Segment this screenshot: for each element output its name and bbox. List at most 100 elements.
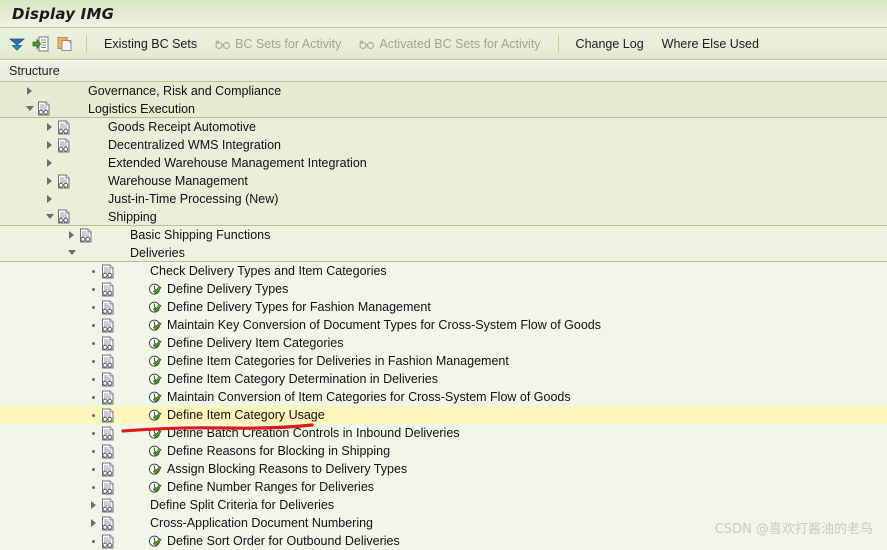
tree-row-label: Define Batch Creation Controls in Inboun…	[167, 426, 460, 440]
document-icon	[77, 244, 94, 262]
tree-row-label: Maintain Conversion of Item Categories f…	[167, 390, 571, 404]
page-title: Display IMG	[12, 4, 115, 23]
chevron-down-icon[interactable]	[66, 244, 77, 262]
execute-document-icon[interactable]	[30, 33, 52, 55]
execute-activity-icon[interactable]	[146, 478, 163, 496]
execute-activity-icon[interactable]	[146, 406, 163, 424]
leaf-bullet-icon	[88, 478, 99, 496]
toolbar: Existing BC Sets BC Sets for Activity Ac…	[0, 28, 887, 60]
tree-row[interactable]: Warehouse Management	[0, 172, 887, 190]
chevron-right-icon[interactable]	[44, 118, 55, 136]
tree-row[interactable]: Check Delivery Types and Item Categories	[0, 262, 887, 280]
document-icon	[99, 280, 116, 298]
tree-row[interactable]: Maintain Key Conversion of Document Type…	[0, 316, 887, 334]
tree-row[interactable]: Decentralized WMS Integration	[0, 136, 887, 154]
execute-activity-icon[interactable]	[146, 298, 163, 316]
execute-activity-icon[interactable]	[146, 334, 163, 352]
leaf-bullet-icon	[88, 424, 99, 442]
where-else-used-label: Where Else Used	[661, 36, 759, 51]
chevron-right-icon[interactable]	[66, 226, 77, 244]
tree-row[interactable]: Define Item Category Determination in De…	[0, 370, 887, 388]
document-icon	[99, 316, 116, 334]
document-icon	[55, 136, 72, 154]
document-icon	[35, 82, 52, 100]
activated-bc-sets-for-activity-button[interactable]: Activated BC Sets for Activity	[350, 32, 549, 56]
tree-row[interactable]: Goods Receipt Automotive	[0, 118, 887, 136]
document-icon	[99, 298, 116, 316]
leaf-bullet-icon	[88, 334, 99, 352]
tree-row-label: Cross-Application Document Numbering	[150, 516, 374, 530]
execute-activity-icon[interactable]	[146, 316, 163, 334]
chevron-right-icon[interactable]	[44, 190, 55, 208]
document-icon	[99, 388, 116, 406]
tree-row-label: Assign Blocking Reasons to Delivery Type…	[167, 462, 408, 476]
document-icon	[99, 514, 116, 532]
execute-activity-icon[interactable]	[146, 442, 163, 460]
execute-activity-icon[interactable]	[146, 388, 163, 406]
bc-sets-for-activity-label: BC Sets for Activity	[235, 36, 342, 51]
document-icon	[99, 478, 116, 496]
document-icon	[55, 190, 72, 208]
tree-row-label: Check Delivery Types and Item Categories	[150, 264, 387, 278]
chevron-right-icon[interactable]	[88, 496, 99, 514]
tree-row[interactable]: Governance, Risk and Compliance	[0, 82, 887, 100]
chevron-down-icon[interactable]	[44, 208, 55, 226]
execute-activity-icon[interactable]	[146, 532, 163, 550]
document-icon	[55, 154, 72, 172]
bc-sets-for-activity-button[interactable]: BC Sets for Activity	[206, 32, 350, 56]
toolbar-separator-2	[557, 34, 559, 53]
chevron-down-icon[interactable]	[24, 100, 35, 118]
chevron-right-icon[interactable]	[44, 136, 55, 154]
toolbar-separator-1	[86, 34, 87, 53]
img-structure-tree[interactable]: Governance, Risk and Compliance Logistics…	[0, 82, 887, 550]
tree-row[interactable]: Define Delivery Types for Fashion Manage…	[0, 298, 887, 316]
leaf-bullet-icon	[88, 262, 99, 280]
tree-row-label: Define Split Criteria for Deliveries	[150, 498, 335, 512]
tree-row[interactable]: Just-in-Time Processing (New)	[0, 190, 887, 208]
tree-row-label: Define Reasons for Blocking in Shipping	[167, 444, 391, 458]
tree-row[interactable]: Define Delivery Item Categories	[0, 334, 887, 352]
existing-bc-sets-button[interactable]: Existing BC Sets	[95, 32, 206, 56]
change-log-button[interactable]: Change Log	[567, 32, 653, 56]
tree-row-label: Define Item Categories for Deliveries in…	[167, 354, 509, 368]
tree-row-label: Deliveries	[130, 245, 185, 260]
tree-row[interactable]: Define Delivery Types	[0, 280, 887, 298]
tree-row[interactable]: Logistics Execution	[0, 100, 887, 118]
document-icon	[99, 424, 116, 442]
activated-bc-sets-for-activity-label: Activated BC Sets for Activity	[379, 36, 541, 51]
execute-activity-icon[interactable]	[146, 460, 163, 478]
document-icon	[99, 334, 116, 352]
glasses-icon	[359, 38, 375, 50]
tree-row[interactable]: Define Item Category Usage	[0, 406, 887, 424]
tree-row[interactable]: Basic Shipping Functions	[0, 226, 887, 244]
document-icon	[99, 262, 116, 280]
copy-icon[interactable]	[54, 33, 76, 55]
chevron-right-icon[interactable]	[88, 514, 99, 532]
tree-row[interactable]: Define Item Categories for Deliveries in…	[0, 352, 887, 370]
tree-row[interactable]: Deliveries	[0, 244, 887, 262]
tree-row[interactable]: Define Reasons for Blocking in Shipping	[0, 442, 887, 460]
where-else-used-button[interactable]: Where Else Used	[653, 32, 768, 56]
expand-collapse-icon[interactable]	[6, 33, 28, 55]
tree-row[interactable]: Assign Blocking Reasons to Delivery Type…	[0, 460, 887, 478]
execute-activity-icon[interactable]	[146, 370, 163, 388]
execute-activity-icon[interactable]	[146, 352, 163, 370]
tree-row-label: Maintain Key Conversion of Document Type…	[167, 318, 601, 332]
tree-row[interactable]: Define Number Ranges for Deliveries	[0, 478, 887, 496]
tree-row[interactable]: Define Batch Creation Controls in Inboun…	[0, 424, 887, 442]
tree-row-label: Define Sort Order for Outbound Deliverie…	[167, 534, 400, 548]
tree-row[interactable]: Maintain Conversion of Item Categories f…	[0, 388, 887, 406]
leaf-bullet-icon	[88, 352, 99, 370]
leaf-bullet-icon	[88, 388, 99, 406]
tree-row[interactable]: Extended Warehouse Management Integratio…	[0, 154, 887, 172]
tree-row-label: Decentralized WMS Integration	[108, 138, 281, 152]
leaf-bullet-icon	[88, 460, 99, 478]
chevron-right-icon[interactable]	[24, 82, 35, 100]
execute-activity-icon[interactable]	[146, 280, 163, 298]
chevron-right-icon[interactable]	[44, 154, 55, 172]
tree-row[interactable]: Define Split Criteria for Deliveries	[0, 496, 887, 514]
execute-activity-icon[interactable]	[146, 424, 163, 442]
tree-row[interactable]: Shipping	[0, 208, 887, 226]
chevron-right-icon[interactable]	[44, 172, 55, 190]
change-log-label: Change Log	[575, 36, 644, 51]
